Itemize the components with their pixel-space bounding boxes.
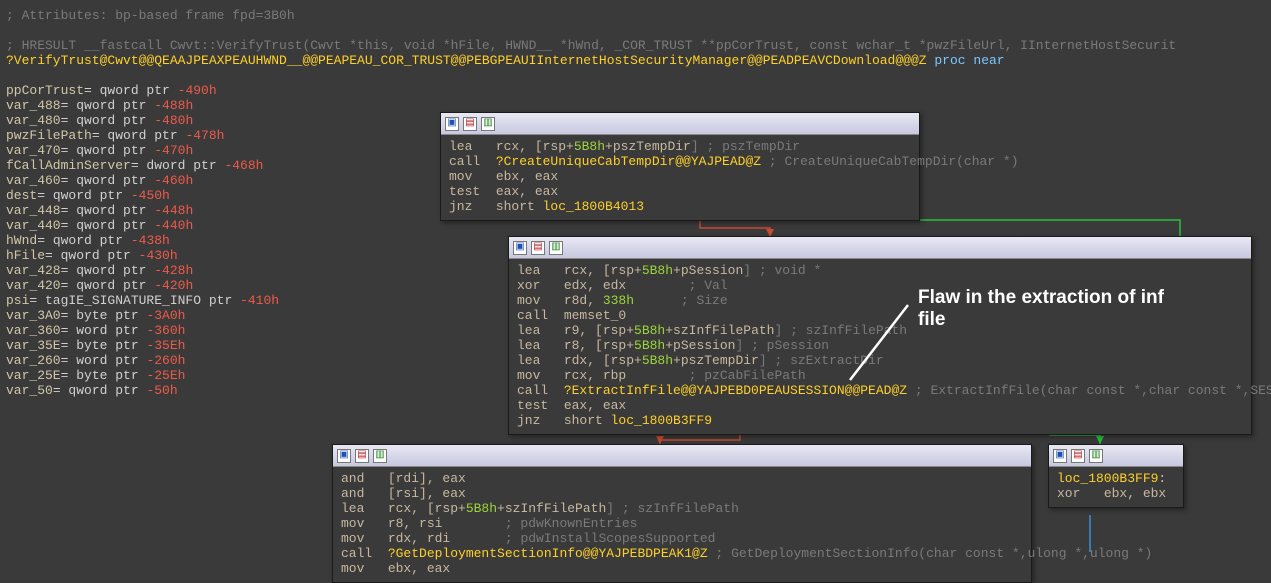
graph-node-body: lea rcx, [rsp+5B8h+pszTempDir] ; pszTemp…: [441, 135, 919, 220]
view-code-icon[interactable]: ▣: [337, 449, 351, 463]
view-stack-icon[interactable]: ▥: [481, 117, 495, 131]
graph-node-deployment-info[interactable]: ▣ ▤ ▥ and [rdi], eax and [rsi], eax lea …: [332, 444, 1032, 583]
view-pseudocode-icon[interactable]: ▤: [531, 241, 545, 255]
view-stack-icon[interactable]: ▥: [1089, 449, 1103, 463]
graph-node-body: and [rdi], eax and [rsi], eax lea rcx, […: [333, 467, 1031, 582]
view-code-icon[interactable]: ▣: [445, 117, 459, 131]
graph-node-titlebar: ▣ ▤ ▥: [1049, 445, 1183, 467]
graph-node-body: loc_1800B3FF9:xor ebx, ebx: [1049, 467, 1183, 507]
graph-node-titlebar: ▣ ▤ ▥: [333, 445, 1031, 467]
graph-node-body: lea rcx, [rsp+5B8h+pSession] ; void * xo…: [509, 259, 1251, 434]
view-stack-icon[interactable]: ▥: [549, 241, 563, 255]
view-pseudocode-icon[interactable]: ▤: [355, 449, 369, 463]
graph-node-clear-ebx[interactable]: ▣ ▤ ▥ loc_1800B3FF9:xor ebx, ebx: [1048, 444, 1184, 508]
view-pseudocode-icon[interactable]: ▤: [1071, 449, 1085, 463]
disassembly-listing: ; Attributes: bp-based frame fpd=3B0h ; …: [0, 0, 365, 490]
graph-node-extract-inf[interactable]: ▣ ▤ ▥ lea rcx, [rsp+5B8h+pSession] ; voi…: [508, 236, 1252, 435]
view-code-icon[interactable]: ▣: [1053, 449, 1067, 463]
annotation-label: Flaw in the extraction of inf file: [918, 287, 1164, 331]
view-pseudocode-icon[interactable]: ▤: [463, 117, 477, 131]
view-stack-icon[interactable]: ▥: [373, 449, 387, 463]
graph-node-titlebar: ▣ ▤ ▥: [441, 113, 919, 135]
graph-node-create-temp-dir[interactable]: ▣ ▤ ▥ lea rcx, [rsp+5B8h+pszTempDir] ; p…: [440, 112, 920, 221]
view-code-icon[interactable]: ▣: [513, 241, 527, 255]
graph-node-titlebar: ▣ ▤ ▥: [509, 237, 1251, 259]
